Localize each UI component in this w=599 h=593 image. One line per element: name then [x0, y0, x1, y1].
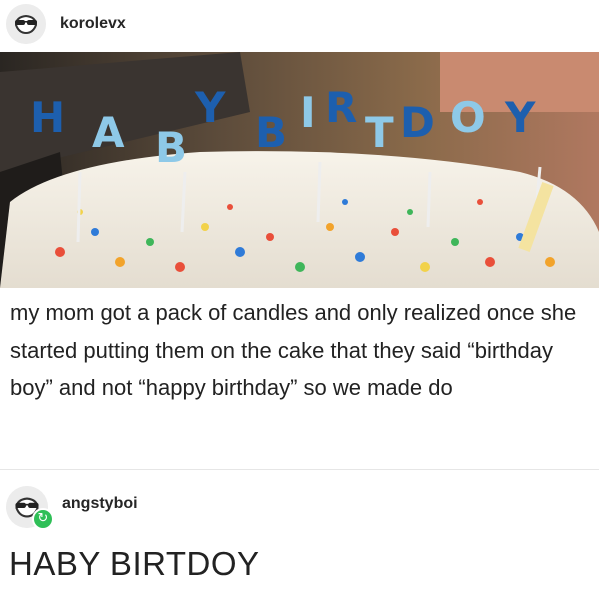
post-caption: my mom got a pack of candles and only re… — [10, 300, 577, 400]
svg-text:R: R — [325, 83, 357, 132]
svg-text:D: D — [400, 98, 435, 147]
svg-text:T: T — [365, 108, 394, 157]
svg-text:B: B — [155, 123, 187, 172]
svg-text:I: I — [300, 88, 316, 137]
svg-text:B: B — [255, 108, 287, 157]
svg-text:Y: Y — [504, 93, 536, 142]
post-author-name[interactable]: korolevx — [60, 14, 126, 34]
svg-text:Y: Y — [194, 83, 226, 132]
post-header: korolevx — [0, 0, 599, 50]
divider — [0, 469, 599, 470]
birthday-cake-photo: H A B Y B I R T D O Y — [0, 52, 599, 288]
reblog-author-name[interactable]: angstyboi — [62, 494, 138, 514]
korolevx-avatar[interactable] — [6, 4, 46, 44]
reblog-icon: ↻ — [32, 508, 54, 530]
svg-text:H: H — [30, 93, 65, 142]
svg-text:A: A — [92, 108, 125, 157]
svg-text:O: O — [450, 93, 486, 142]
sunglasses-avatar-icon — [6, 4, 46, 44]
reblog-text: HABY BIRTDOY — [9, 545, 260, 582]
